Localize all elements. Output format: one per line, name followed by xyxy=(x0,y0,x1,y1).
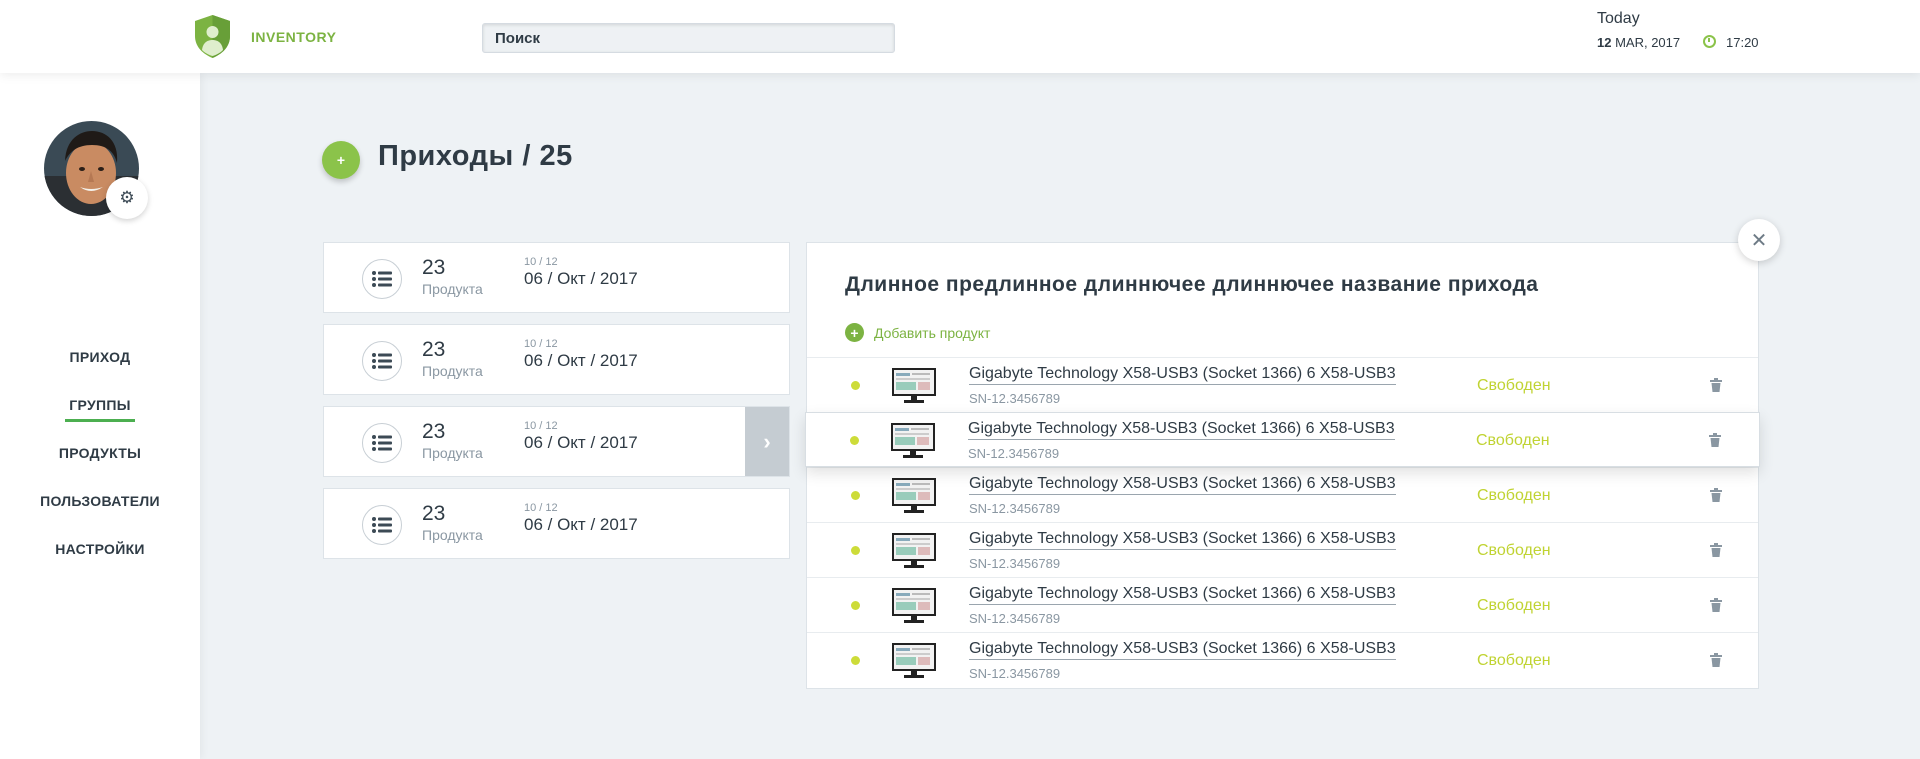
list-icon xyxy=(362,341,402,381)
clock-icon xyxy=(1703,35,1716,48)
shield-logo-icon[interactable] xyxy=(193,14,232,59)
current-date: 12 MAR, 2017 xyxy=(1597,35,1680,50)
trash-icon[interactable] xyxy=(1709,433,1721,447)
trash-icon[interactable] xyxy=(1710,543,1722,557)
receipt-date: 06 / Окт / 2017 xyxy=(524,515,638,534)
product-row[interactable]: Gigabyte Technology X58-USB3 (Socket 136… xyxy=(807,522,1758,577)
monitor-thumbnail-icon xyxy=(892,588,936,623)
product-unit: Продукта xyxy=(422,363,483,379)
sidebar-item-gruppy[interactable]: ГРУППЫ xyxy=(0,397,200,422)
product-count: 23 xyxy=(422,420,446,443)
sidebar-item-label: ПОЛЬЗОВАТЕЛИ xyxy=(40,493,160,509)
product-serial: SN-12.3456789 xyxy=(969,556,1061,571)
product-count: 23 xyxy=(422,256,446,279)
receipt-title: Длинное предлинное длиннючее длиннючее н… xyxy=(845,273,1539,296)
product-serial: SN-12.3456789 xyxy=(969,501,1061,516)
product-serial: SN-12.3456789 xyxy=(968,446,1060,461)
status-dot xyxy=(850,436,859,445)
page-title: Приходы / 25 xyxy=(378,140,573,172)
product-name[interactable]: Gigabyte Technology X58-USB3 (Socket 136… xyxy=(969,365,1396,385)
list-icon xyxy=(362,259,402,299)
trash-icon[interactable] xyxy=(1710,598,1722,612)
monitor-thumbnail-icon xyxy=(892,533,936,568)
product-count: 23 xyxy=(422,502,446,525)
product-name[interactable]: Gigabyte Technology X58-USB3 (Socket 136… xyxy=(968,420,1395,440)
product-status: Свободен xyxy=(1477,652,1551,669)
receipt-small-date: 10 / 12 xyxy=(524,420,558,432)
sidebar-item-label: ПРИХОД xyxy=(69,349,131,365)
product-status: Свободен xyxy=(1477,597,1551,614)
product-row[interactable]: Gigabyte Technology X58-USB3 (Socket 136… xyxy=(807,577,1758,632)
trash-icon[interactable] xyxy=(1710,488,1722,502)
receipt-detail-panel: Длинное предлинное длиннючее длиннючее н… xyxy=(805,242,1760,689)
status-dot xyxy=(851,656,860,665)
status-dot xyxy=(851,546,860,555)
status-dot xyxy=(851,601,860,610)
sidebar: ⚙ ПРИХОД ГРУППЫ ПРОДУКТЫ ПОЛЬЗОВАТЕЛИ НА… xyxy=(0,73,200,759)
trash-icon[interactable] xyxy=(1710,653,1722,667)
product-name[interactable]: Gigabyte Technology X58-USB3 (Socket 136… xyxy=(969,475,1396,495)
receipt-date: 06 / Окт / 2017 xyxy=(524,433,638,452)
today-label: Today xyxy=(1597,10,1640,27)
brand-name[interactable]: INVENTORY xyxy=(251,29,336,45)
current-time: 17:20 xyxy=(1726,35,1759,50)
receipt-small-date: 10 / 12 xyxy=(524,502,558,514)
receipt-small-date: 10 / 12 xyxy=(524,256,558,268)
product-unit: Продукта xyxy=(422,445,483,461)
receipt-card[interactable]: 23 Продукта 10 / 12 06 / Окт / 2017 xyxy=(323,488,790,559)
product-name[interactable]: Gigabyte Technology X58-USB3 (Socket 136… xyxy=(969,585,1396,605)
receipt-card[interactable]: 23 Продукта 10 / 12 06 / Окт / 2017 xyxy=(323,242,790,313)
sidebar-item-produkty[interactable]: ПРОДУКТЫ xyxy=(0,445,200,461)
monitor-thumbnail-icon xyxy=(892,478,936,513)
product-status: Свободен xyxy=(1477,542,1551,559)
date-month-year: MAR, 2017 xyxy=(1615,35,1681,50)
add-receipt-button[interactable]: + xyxy=(322,141,360,179)
product-row[interactable]: Gigabyte Technology X58-USB3 (Socket 136… xyxy=(807,357,1758,412)
receipt-date: 06 / Окт / 2017 xyxy=(524,269,638,288)
receipt-small-date: 10 / 12 xyxy=(524,338,558,350)
add-product-label: Добавить продукт xyxy=(874,324,991,341)
receipt-card-selected[interactable]: 23 Продукта 10 / 12 06 / Окт / 2017 › xyxy=(323,406,790,477)
product-row[interactable]: Gigabyte Technology X58-USB3 (Socket 136… xyxy=(807,632,1758,687)
product-name[interactable]: Gigabyte Technology X58-USB3 (Socket 136… xyxy=(969,640,1396,660)
status-dot xyxy=(851,381,860,390)
sidebar-item-polzovateli[interactable]: ПОЛЬЗОВАТЕЛИ xyxy=(0,493,200,509)
status-dot xyxy=(851,491,860,500)
trash-icon[interactable] xyxy=(1710,378,1722,392)
avatar-settings-gear-icon[interactable]: ⚙ xyxy=(106,177,148,219)
product-status: Свободен xyxy=(1477,377,1551,394)
product-serial: SN-12.3456789 xyxy=(969,391,1061,406)
plus-circle-icon: + xyxy=(845,323,864,342)
receipt-card[interactable]: 23 Продукта 10 / 12 06 / Окт / 2017 xyxy=(323,324,790,395)
chevron-right-icon[interactable]: › xyxy=(745,407,789,476)
sidebar-item-nastroyki[interactable]: НАСТРОЙКИ xyxy=(0,541,200,557)
sidebar-item-label: НАСТРОЙКИ xyxy=(55,541,145,557)
product-unit: Продукта xyxy=(422,527,483,543)
date-day: 12 xyxy=(1597,35,1612,50)
monitor-thumbnail-icon xyxy=(892,368,936,403)
product-serial: SN-12.3456789 xyxy=(969,611,1061,626)
receipt-date: 06 / Окт / 2017 xyxy=(524,351,638,370)
list-icon xyxy=(362,423,402,463)
add-product-button[interactable]: + Добавить продукт xyxy=(845,323,990,342)
product-row[interactable]: Gigabyte Technology X58-USB3 (Socket 136… xyxy=(807,467,1758,522)
active-underline xyxy=(65,419,135,422)
product-count: 23 xyxy=(422,338,446,361)
monitor-thumbnail-icon xyxy=(892,643,936,678)
search-input[interactable] xyxy=(482,23,895,53)
sidebar-item-label: ГРУППЫ xyxy=(69,397,131,413)
product-unit: Продукта xyxy=(422,281,483,297)
list-icon xyxy=(362,505,402,545)
sidebar-item-label: ПРОДУКТЫ xyxy=(58,445,142,461)
product-name[interactable]: Gigabyte Technology X58-USB3 (Socket 136… xyxy=(969,530,1396,550)
product-status: Свободен xyxy=(1477,487,1551,504)
top-header: INVENTORY Today 12 MAR, 2017 17:20 xyxy=(0,0,1920,73)
monitor-thumbnail-icon xyxy=(891,423,935,458)
product-serial: SN-12.3456789 xyxy=(969,666,1061,681)
close-icon[interactable]: ✕ xyxy=(1738,219,1780,261)
product-row-highlighted[interactable]: Gigabyte Technology X58-USB3 (Socket 136… xyxy=(805,412,1760,467)
sidebar-item-prihod[interactable]: ПРИХОД xyxy=(0,349,200,365)
product-status: Свободен xyxy=(1476,432,1550,449)
